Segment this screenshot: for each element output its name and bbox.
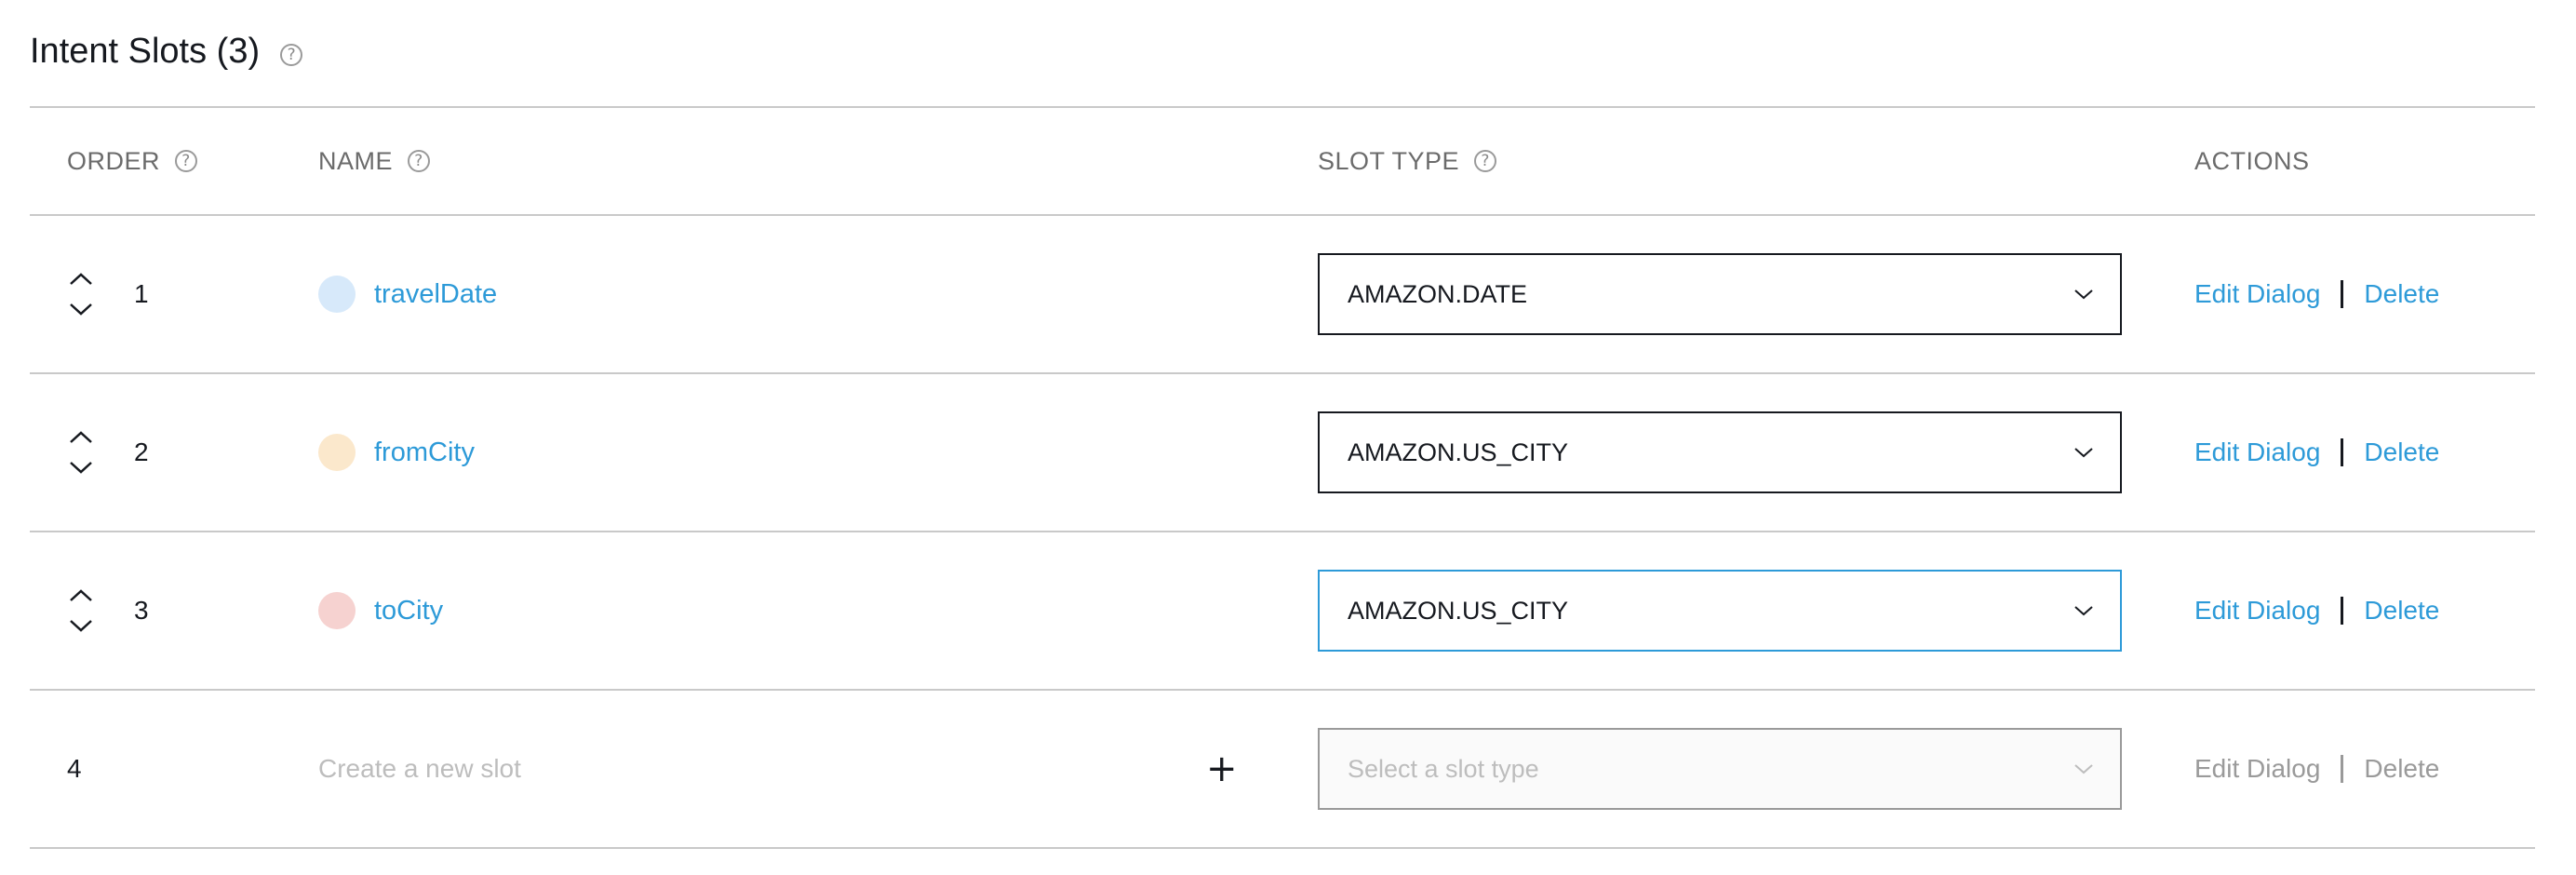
reorder-arrows [67,272,104,316]
new-slot-type-placeholder: Select a slot type [1348,754,1539,783]
slot-type-header-label: SLOT TYPE [1318,146,1460,175]
name-column-header: NAME ? [318,108,431,214]
section-header: Intent Slots (3) ? [30,28,303,74]
new-slot-row: 4 + Select a slot type Edit Dialog Delet… [30,691,2535,849]
order-help-icon[interactable]: ? [175,150,198,172]
edit-dialog-link[interactable]: Edit Dialog [2194,279,2320,309]
move-down-icon[interactable] [67,460,95,475]
slot-name-cell: fromCity [318,374,475,531]
slot-name-cell: travelDate [318,216,497,372]
delete-link[interactable]: Delete [2364,596,2439,626]
delete-link-disabled: Delete [2364,754,2440,783]
slot-name-link[interactable]: toCity [374,596,443,626]
slot-type-column-header: SLOT TYPE ? [1318,108,1497,214]
edit-dialog-link[interactable]: Edit Dialog [2194,596,2320,626]
slot-order-cell: 2 [67,374,149,531]
page-title: Intent Slots (3) [30,31,261,71]
slot-order-number: 1 [134,279,149,308]
slot-actions: Edit Dialog Delete [2194,279,2439,309]
slot-name-cell: toCity [318,532,443,689]
slot-row: 2 fromCity AMAZON.US_CITY Edit Dialog De… [30,374,2535,532]
slot-type-select[interactable]: AMAZON.US_CITY [1318,411,2122,493]
action-separator [2341,438,2344,466]
move-down-icon[interactable] [67,302,95,316]
new-slot-name-cell [318,691,1156,847]
slot-actions-cell: Edit Dialog Delete [2194,216,2439,372]
slot-order-cell: 1 [67,216,149,372]
slot-color-dot [318,276,356,313]
delete-link[interactable]: Delete [2364,279,2439,309]
add-slot-button[interactable]: + [1206,691,1238,847]
chevron-down-icon [2074,289,2093,300]
new-slot-order-cell: 4 [67,691,82,847]
actions-column-header: ACTIONS [2194,108,2310,214]
slot-actions: Edit Dialog Delete [2194,438,2439,467]
action-separator [2341,280,2344,308]
chevron-down-icon [2074,448,2093,458]
action-separator [2341,755,2344,783]
table-header: ORDER ? NAME ? SLOT TYPE ? ACTIONS [30,108,2535,216]
slot-color-dot [318,434,356,471]
slot-row: 3 toCity AMAZON.US_CITY Edit Dialog Dele… [30,532,2535,691]
chevron-down-icon [2074,764,2093,774]
action-separator [2341,597,2344,625]
slot-order-number: 2 [134,438,149,466]
slot-name-link[interactable]: travelDate [374,279,497,310]
move-up-icon[interactable] [67,588,95,603]
edit-dialog-link-disabled: Edit Dialog [2194,754,2321,783]
name-header-label: NAME [318,146,394,175]
new-slot-order: 4 [67,754,82,783]
slot-type-cell: AMAZON.US_CITY [1318,374,2122,531]
slot-color-dot [318,592,356,629]
chevron-down-icon [2074,606,2093,616]
slot-type-value: AMAZON.DATE [1348,279,1528,308]
slot-type-cell: AMAZON.US_CITY [1318,532,2122,689]
slot-actions: Edit Dialog Delete [2194,596,2439,626]
intent-slots-table: ORDER ? NAME ? SLOT TYPE ? ACTIONS 1 tra… [30,106,2535,849]
new-slot-type-select[interactable]: Select a slot type [1318,728,2122,810]
new-slot-actions: Edit Dialog Delete [2194,754,2439,784]
slot-name-link[interactable]: fromCity [374,438,475,468]
slot-type-select[interactable]: AMAZON.US_CITY [1318,570,2122,652]
move-up-icon[interactable] [67,272,95,287]
new-slot-input[interactable] [318,754,1156,784]
help-icon[interactable]: ? [280,44,303,66]
slot-actions-cell: Edit Dialog Delete [2194,374,2439,531]
order-column-header: ORDER ? [67,108,198,214]
slot-type-value: AMAZON.US_CITY [1348,596,1569,625]
order-header-label: ORDER [67,146,161,175]
actions-header-label: ACTIONS [2194,146,2310,175]
slot-type-select[interactable]: AMAZON.DATE [1318,253,2122,335]
name-help-icon[interactable]: ? [408,150,431,172]
reorder-arrows [67,588,104,633]
move-down-icon[interactable] [67,618,95,633]
move-up-icon[interactable] [67,430,95,445]
delete-link[interactable]: Delete [2364,438,2439,467]
reorder-arrows [67,430,104,475]
slot-type-cell: AMAZON.DATE [1318,216,2122,372]
slot-order-cell: 3 [67,532,149,689]
slot-rows: 1 travelDate AMAZON.DATE Edit Dialog Del… [30,216,2535,691]
slot-type-help-icon[interactable]: ? [1474,150,1497,172]
edit-dialog-link[interactable]: Edit Dialog [2194,438,2320,467]
slot-type-value: AMAZON.US_CITY [1348,438,1569,466]
new-slot-actions-cell: Edit Dialog Delete [2194,691,2439,847]
new-slot-type-cell: Select a slot type [1318,691,2122,847]
slot-row: 1 travelDate AMAZON.DATE Edit Dialog Del… [30,216,2535,374]
slot-order-number: 3 [134,596,149,625]
slot-actions-cell: Edit Dialog Delete [2194,532,2439,689]
